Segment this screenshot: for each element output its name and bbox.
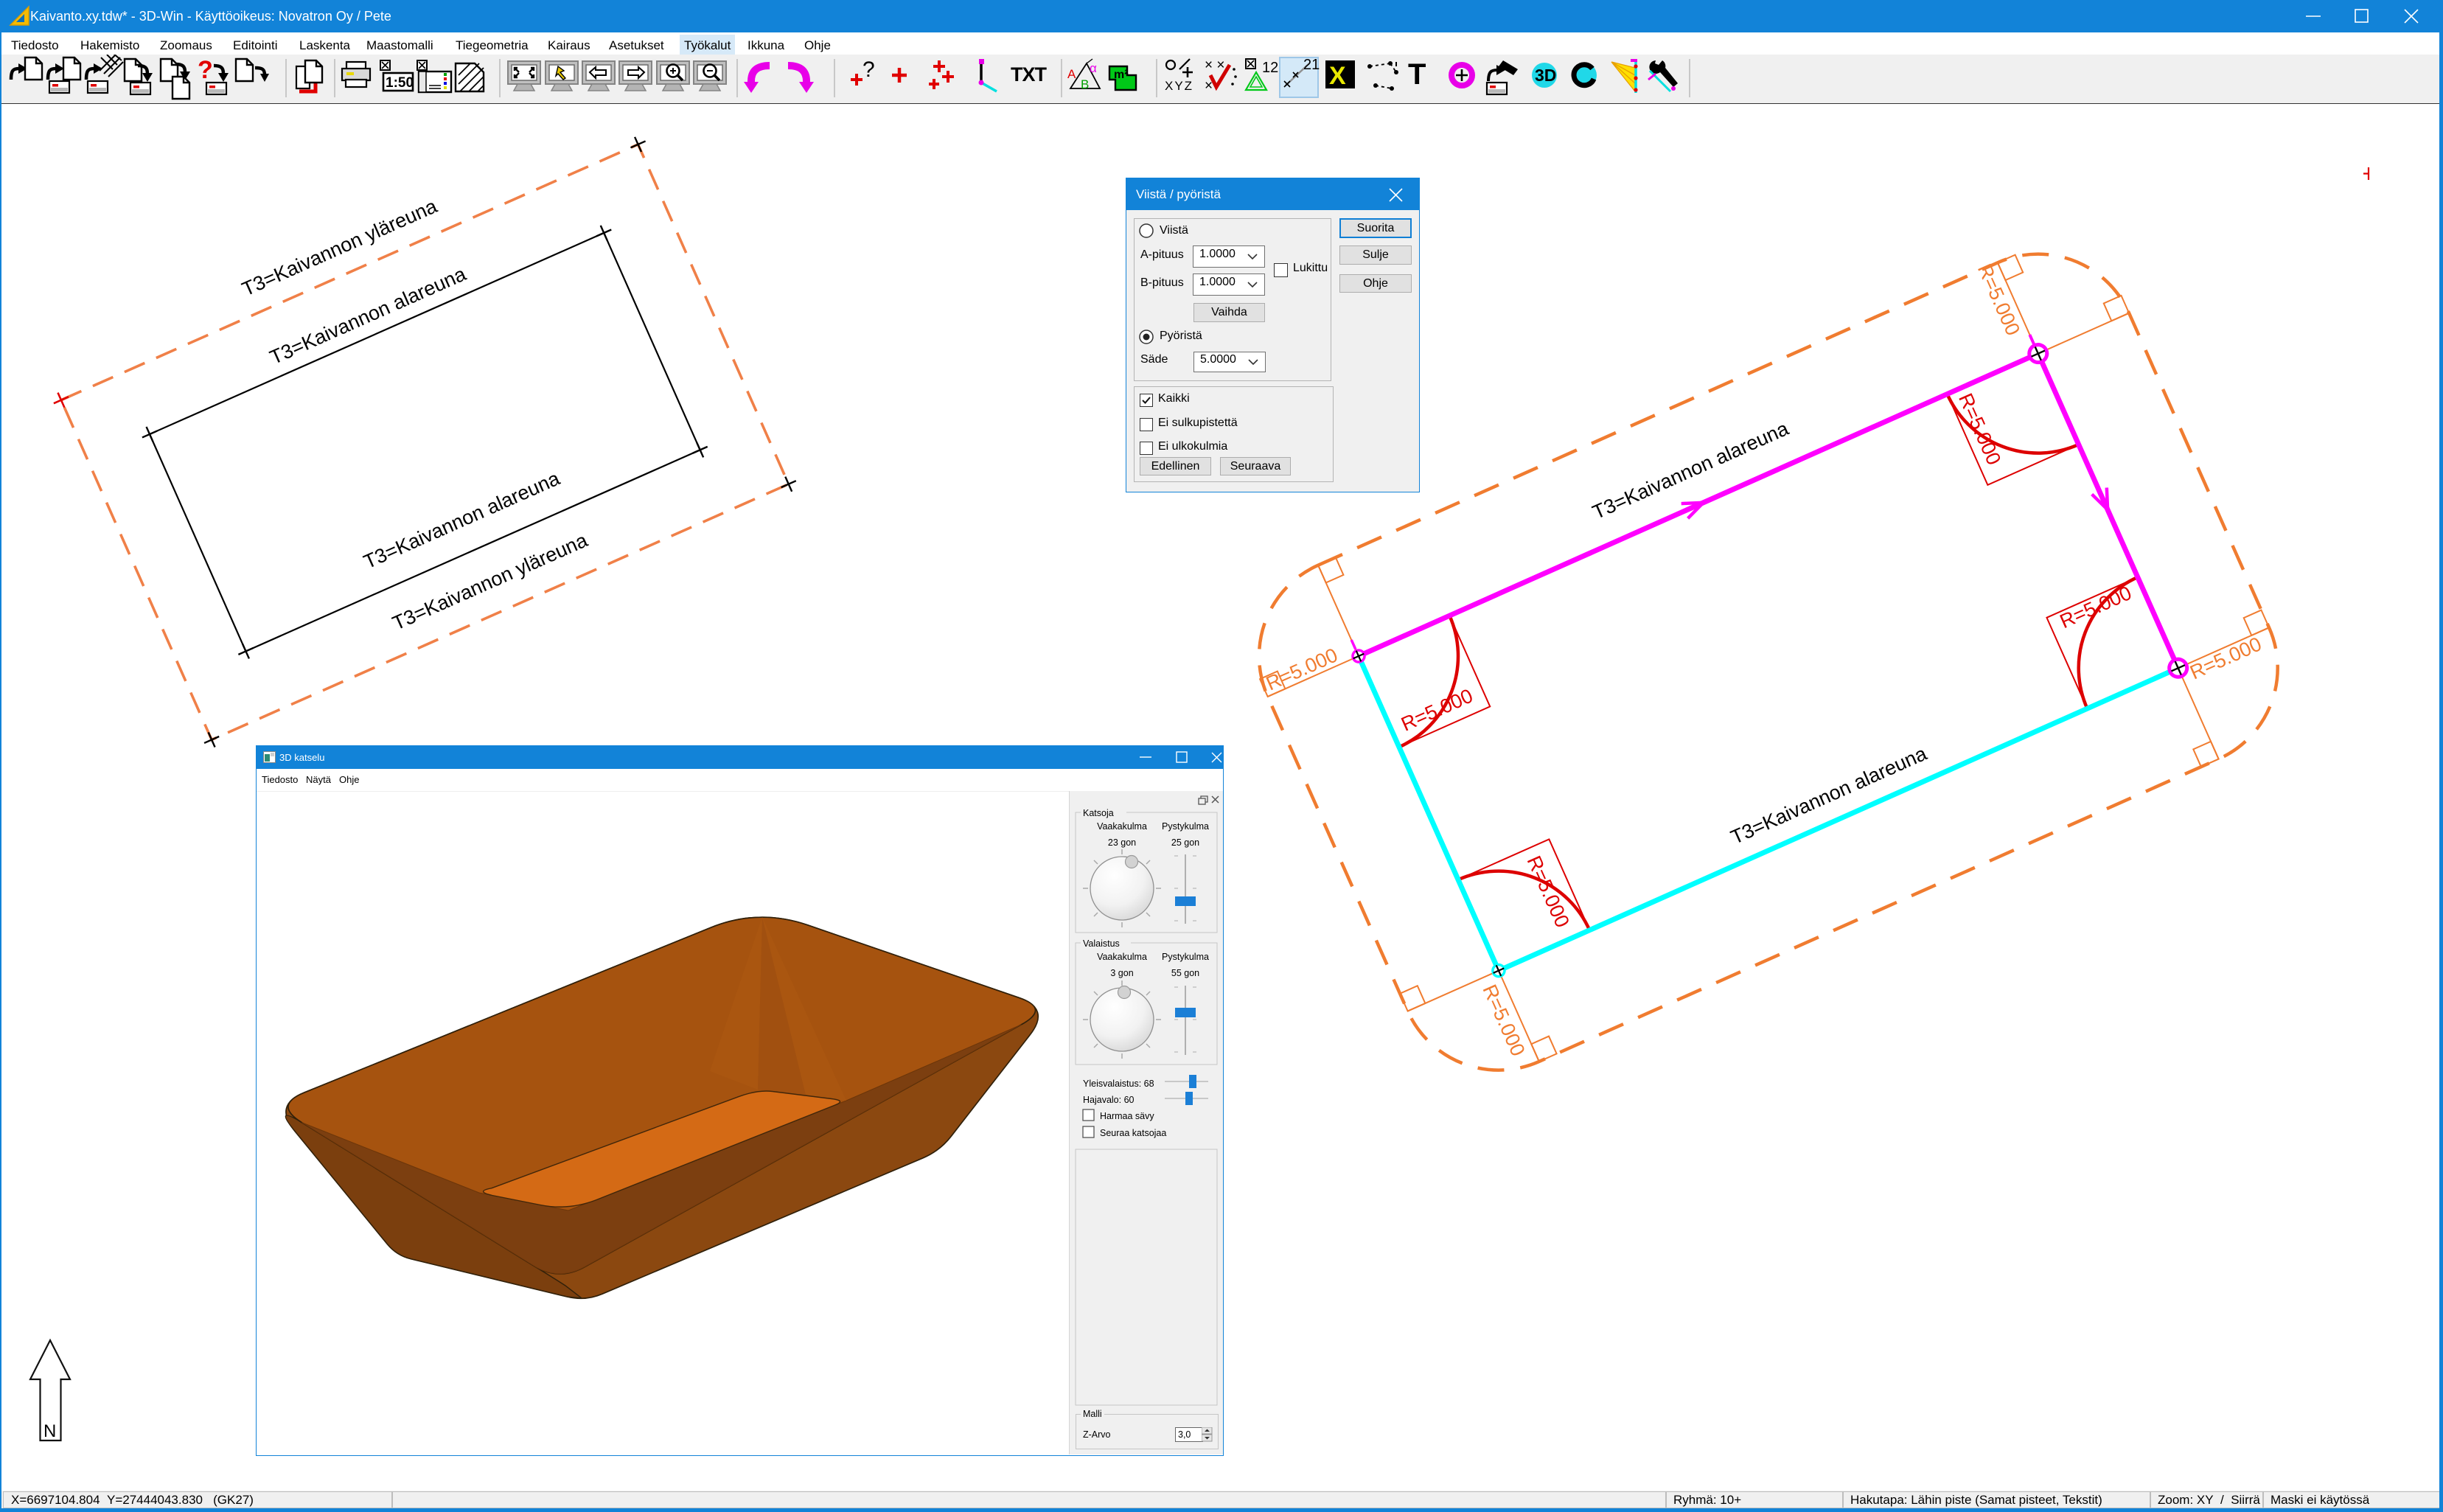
- svg-text:?: ?: [862, 58, 875, 82]
- svg-text:XYZ: XYZ: [1165, 79, 1193, 93]
- svg-text:α: α: [1090, 61, 1097, 75]
- svg-text:Vaakakulma: Vaakakulma: [1097, 821, 1147, 832]
- svg-text:R=5.000: R=5.000: [1398, 684, 1476, 735]
- svg-text:55 gon: 55 gon: [1171, 968, 1199, 978]
- svg-text:Valaistus: Valaistus: [1083, 938, 1120, 949]
- svg-text:×: ×: [1205, 78, 1213, 94]
- svg-text:T3=Kaivannon alareuna: T3=Kaivannon alareuna: [1727, 742, 1931, 849]
- svg-text:R=5.000: R=5.000: [1954, 390, 2005, 468]
- svg-text:Yleisvalaistus: 68: Yleisvalaistus: 68: [1083, 1079, 1154, 1089]
- svg-text:Katsoja: Katsoja: [1083, 808, 1114, 818]
- svg-text:Vaakakulma: Vaakakulma: [1097, 952, 1147, 962]
- svg-text:R=5.000: R=5.000: [2186, 633, 2265, 683]
- svg-text:B: B: [1081, 77, 1089, 91]
- svg-text:3D: 3D: [1535, 66, 1556, 85]
- svg-text:R=5.000: R=5.000: [1478, 981, 1529, 1059]
- svg-text:TXT: TXT: [1011, 63, 1048, 86]
- svg-text:23 gon: 23 gon: [1108, 837, 1136, 848]
- svg-text:× ×: × ×: [1205, 58, 1224, 73]
- svg-text:21: 21: [1303, 57, 1320, 73]
- svg-text:Hajavalo: 60: Hajavalo: 60: [1083, 1095, 1135, 1105]
- svg-text:X: X: [1329, 62, 1346, 90]
- svg-text:25 gon: 25 gon: [1171, 837, 1199, 848]
- svg-text:Harmaa sävy: Harmaa sävy: [1100, 1111, 1154, 1121]
- svg-text:Pystykulma: Pystykulma: [1162, 821, 1209, 832]
- svg-text:R=5.000: R=5.000: [1973, 260, 2024, 338]
- svg-text:12: 12: [1262, 60, 1278, 76]
- svg-text:3 gon: 3 gon: [1110, 968, 1133, 978]
- svg-text:N: N: [43, 1421, 56, 1441]
- svg-text:Seuraa katsojaa: Seuraa katsojaa: [1100, 1128, 1166, 1138]
- svg-text:T: T: [1408, 58, 1426, 91]
- svg-text:m²: m²: [1114, 69, 1129, 81]
- svg-text:1:50: 1:50: [386, 75, 414, 91]
- svg-text:R=5.000: R=5.000: [2057, 582, 2135, 633]
- svg-text:A: A: [1067, 67, 1076, 81]
- svg-text:?: ?: [198, 56, 213, 84]
- svg-text:R=5.000: R=5.000: [1523, 852, 1574, 930]
- svg-text:Pystykulma: Pystykulma: [1162, 952, 1209, 962]
